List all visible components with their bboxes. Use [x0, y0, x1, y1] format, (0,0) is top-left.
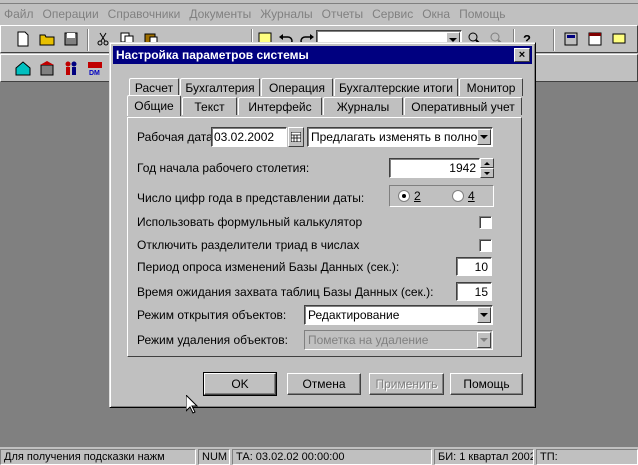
help-button[interactable]: Помощь	[450, 373, 523, 395]
apply-button: Применить	[369, 373, 444, 395]
toolbar-separator	[553, 29, 555, 51]
triad-sep-label: Отключить разделители триад в числах	[137, 238, 360, 252]
chevron-down-icon	[477, 332, 491, 348]
menu-operations[interactable]: Операции	[43, 7, 99, 21]
spin-up-icon[interactable]	[480, 158, 494, 168]
menu-file[interactable]: Файл	[4, 7, 34, 21]
century-input[interactable]: 1942	[389, 158, 480, 178]
work-date-input[interactable]: 03.02.2002	[211, 127, 287, 147]
poll-period-label: Период опроса изменений Базы Данных (сек…	[137, 260, 400, 274]
toolbar-separator	[87, 29, 89, 51]
open-mode-select[interactable]: Редактирование	[304, 305, 493, 325]
menu-help[interactable]: Помощь	[459, 7, 505, 21]
status-num: NUM	[198, 449, 230, 465]
status-bi: БИ: 1 квартал 2002 г.	[434, 449, 534, 465]
tab-operaciya[interactable]: Операция	[261, 78, 333, 96]
open-mode-value: Редактирование	[308, 308, 400, 322]
century-spinner[interactable]	[480, 158, 494, 178]
tab-operativnyy-uchet[interactable]: Оперативный учет	[404, 97, 522, 115]
building-icon[interactable]	[37, 58, 57, 78]
work-date-mode-value: Предлагать изменять в полночь	[311, 130, 490, 144]
work-date-mode-select[interactable]: Предлагать изменять в полночь	[307, 127, 493, 147]
year-digits-group: 2 4	[389, 185, 494, 207]
delete-mode-select: Пометка на удаление	[304, 330, 493, 350]
work-date-label: Рабочая дата:	[137, 130, 217, 144]
people-icon[interactable]	[61, 58, 81, 78]
lock-wait-label: Время ожидания захвата таблиц Базы Данны…	[137, 285, 434, 299]
svg-text:DM: DM	[89, 70, 100, 76]
menu-service[interactable]: Сервис	[372, 7, 413, 21]
calendar-icon[interactable]	[585, 29, 605, 49]
save-icon[interactable]	[61, 29, 81, 49]
menu-reports[interactable]: Отчеты	[322, 7, 363, 21]
tab-buhgalteriya[interactable]: Бухгалтерия	[180, 78, 260, 96]
tab-interfeys[interactable]: Интерфейс	[238, 97, 322, 115]
menu-references[interactable]: Справочники	[108, 7, 181, 21]
tab-tekst[interactable]: Текст	[182, 97, 237, 115]
tab-panel-general: Рабочая дата: 03.02.2002 Предлагать изме…	[127, 117, 522, 357]
status-bar: Для получения подсказки нажм NUM ТА: 03.…	[0, 447, 638, 465]
tab-buh-itogi[interactable]: Бухгалтерские итоги	[334, 78, 458, 96]
chevron-down-icon[interactable]	[477, 307, 491, 323]
year-digits-opt1-label: 2	[414, 189, 421, 203]
menu-windows[interactable]: Окна	[422, 7, 450, 21]
calendar-icon[interactable]	[288, 127, 304, 147]
year-digits-opt2-label: 4	[468, 189, 475, 203]
cancel-button[interactable]: Отмена	[287, 373, 361, 395]
calculator-icon[interactable]	[561, 29, 581, 49]
status-tp: ТП:	[536, 449, 638, 465]
ok-button[interactable]: OK	[203, 372, 277, 396]
bank-dm-icon[interactable]: DM	[85, 58, 105, 78]
message-icon[interactable]	[609, 29, 629, 49]
delete-mode-label: Режим удаления объектов:	[137, 333, 288, 347]
century-label: Год начала рабочего столетия:	[137, 161, 310, 175]
new-doc-icon[interactable]	[13, 29, 33, 49]
menu-journals[interactable]: Журналы	[260, 7, 312, 21]
year-digits-radio-4[interactable]	[452, 190, 464, 202]
mouse-cursor-icon	[185, 393, 199, 417]
delete-mode-value: Пометка на удаление	[308, 333, 429, 347]
formula-calc-label: Использовать формульный калькулятор	[137, 215, 363, 229]
chevron-down-icon[interactable]	[477, 129, 491, 145]
year-digits-radio-2[interactable]	[398, 190, 410, 202]
tab-monitor[interactable]: Монитор	[459, 78, 523, 96]
year-digits-label: Число цифр года в представлении даты:	[137, 191, 365, 205]
tab-raschet[interactable]: Расчет	[129, 78, 179, 96]
lock-wait-input[interactable]: 15	[456, 282, 492, 301]
close-icon[interactable]: ×	[514, 48, 530, 62]
spin-down-icon[interactable]	[480, 168, 494, 178]
home-icon[interactable]	[13, 58, 33, 78]
triad-sep-checkbox[interactable]	[479, 239, 492, 252]
menu-documents[interactable]: Документы	[189, 7, 251, 21]
settings-dialog: Настройка параметров системы × Расчет Бу…	[109, 42, 536, 408]
dialog-titlebar[interactable]: Настройка параметров системы ×	[113, 46, 532, 64]
status-ta: ТА: 03.02.02 00:00:00	[232, 449, 432, 465]
tab-zhurnaly[interactable]: Журналы	[323, 97, 403, 115]
open-folder-icon[interactable]	[37, 29, 57, 49]
poll-period-input[interactable]: 10	[456, 257, 492, 276]
status-hint: Для получения подсказки нажм	[0, 449, 196, 465]
tab-obshie[interactable]: Общие	[127, 95, 181, 116]
dialog-title: Настройка параметров системы	[116, 48, 309, 62]
formula-calc-checkbox[interactable]	[479, 216, 492, 229]
menu-bar: Файл Операции Справочники Документы Журн…	[0, 4, 638, 24]
open-mode-label: Режим открытия объектов:	[137, 308, 287, 322]
